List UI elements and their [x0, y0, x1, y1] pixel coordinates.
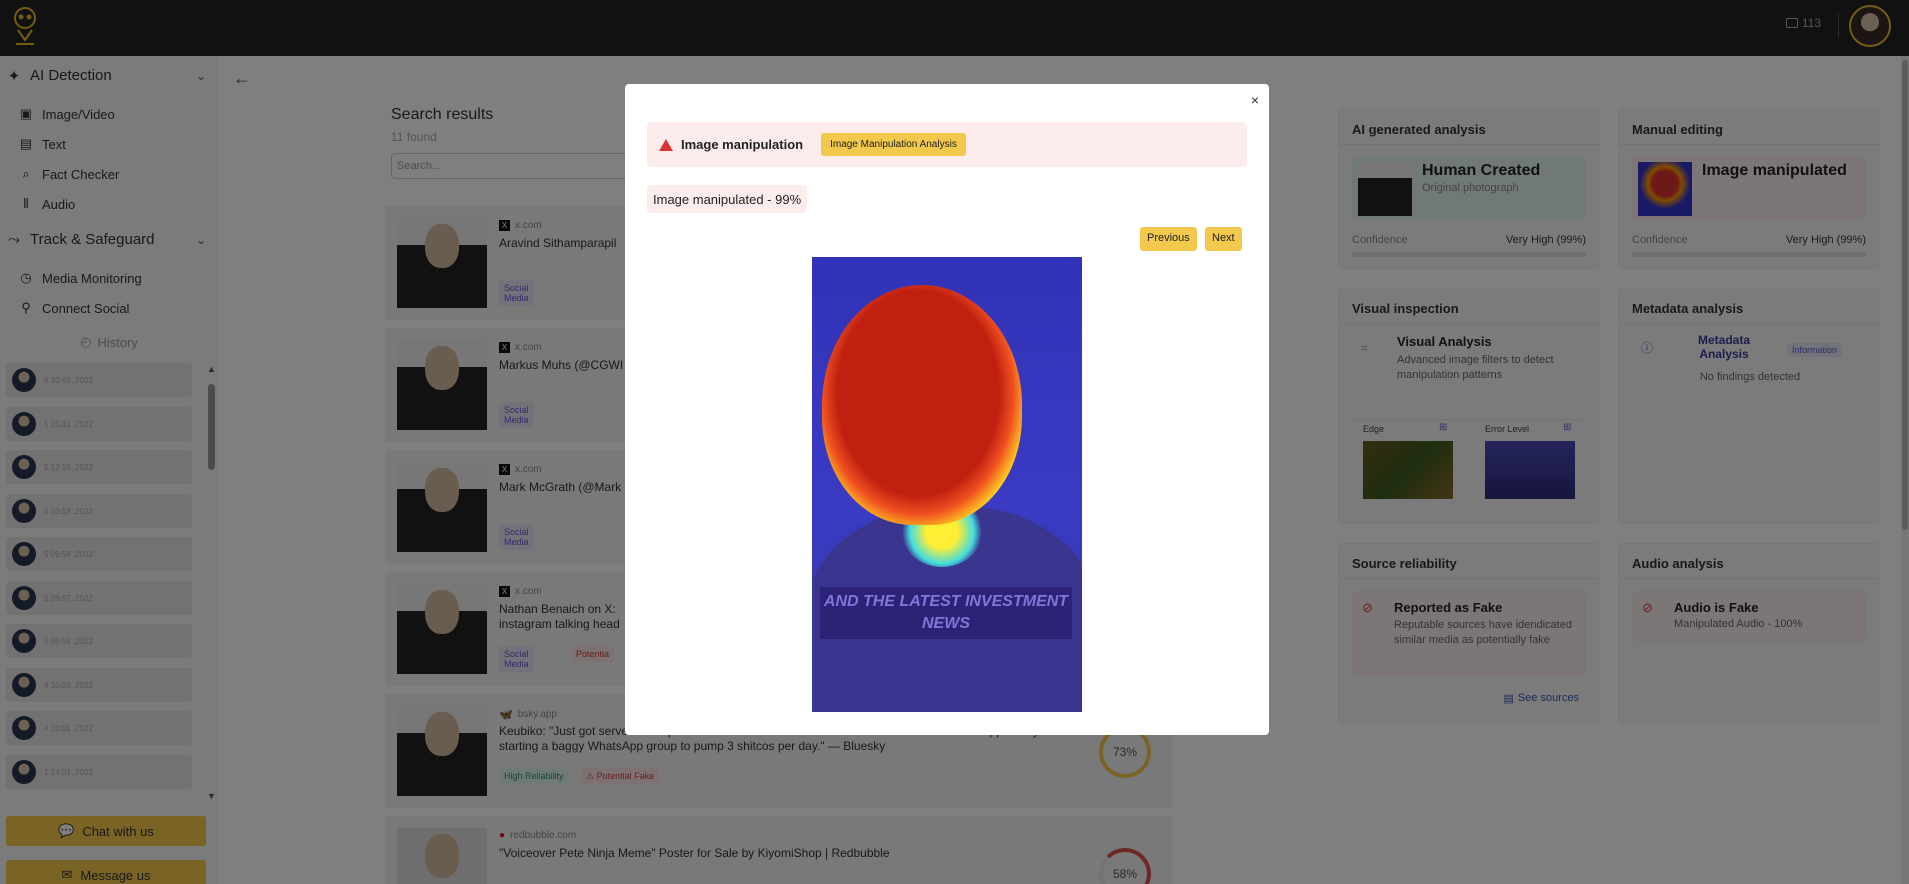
warning-icon	[659, 138, 673, 151]
heatmap-image: AND THE LATEST INVESTMENT NEWS	[812, 257, 1082, 712]
image-manipulation-modal: × Image manipulation Image Manipulation …	[625, 84, 1269, 735]
result-pill: Image manipulated - 99%	[647, 185, 808, 213]
alert-title: Image manipulation	[681, 137, 804, 152]
next-button[interactable]: Next	[1205, 227, 1242, 251]
image-caption: AND THE LATEST INVESTMENT NEWS	[820, 587, 1072, 639]
alert-banner: Image manipulation Image Manipulation An…	[647, 122, 1247, 167]
close-icon[interactable]: ×	[1251, 92, 1259, 108]
previous-button[interactable]: Previous	[1140, 227, 1197, 251]
image-manipulation-analysis-button[interactable]: Image Manipulation Analysis	[821, 133, 966, 156]
head-heat	[822, 285, 1022, 525]
